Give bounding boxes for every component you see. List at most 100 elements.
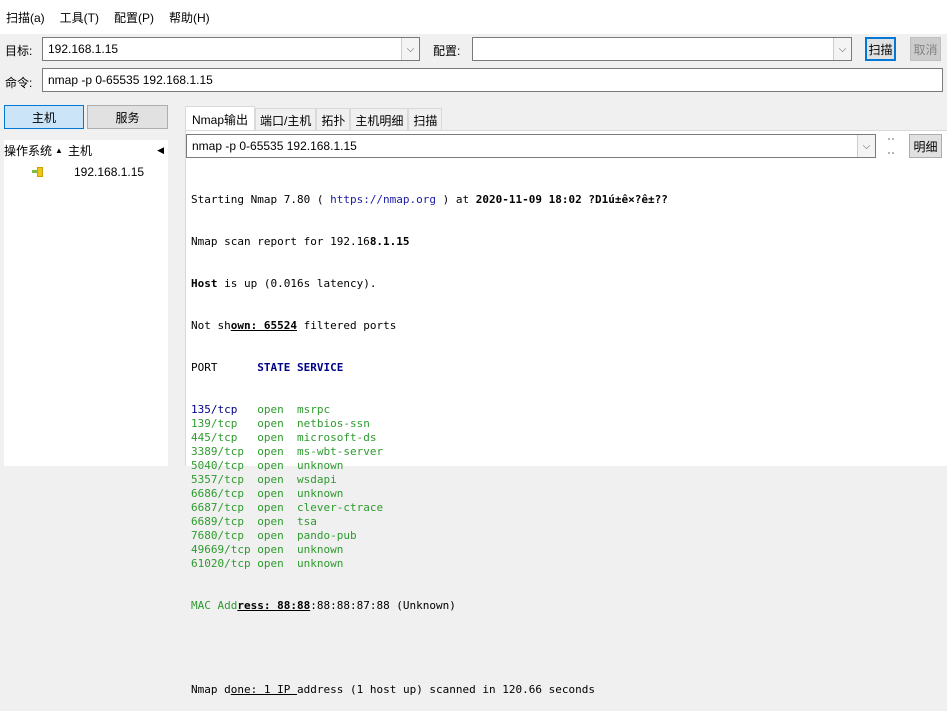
- menu-profile[interactable]: 配置(P): [114, 9, 154, 26]
- output-line: Nmap scan report for 192.168.1.15: [191, 235, 668, 249]
- output-text: Not sh: [191, 319, 231, 332]
- port-service: ms-wbt-server: [296, 445, 384, 458]
- output-line: Host is up (0.016s latency).: [191, 277, 668, 291]
- tab-ports-hosts[interactable]: 端口/主机: [255, 108, 317, 132]
- port-service: msrpc: [296, 403, 331, 416]
- port-row: 135/tcp open msrpc: [191, 403, 668, 417]
- port-service: unknown: [296, 487, 344, 500]
- done-line: Nmap done: 1 IP address (1 host up) scan…: [191, 683, 668, 697]
- menu-help[interactable]: 帮助(H): [169, 9, 210, 26]
- port-number: 6686/tcp: [191, 487, 251, 500]
- port-service: clever-ctrace: [296, 501, 384, 514]
- host-list-header: 操作系统 ▲ 主机 ◀: [4, 140, 168, 160]
- port-row: 445/tcp open microsoft-ds: [191, 431, 668, 445]
- port-row: 5040/tcp open unknown: [191, 459, 668, 473]
- port-service: unknown: [296, 557, 344, 570]
- details-button[interactable]: 明细: [909, 134, 942, 158]
- mac-line: MAC Address: 88:88:88:88:87:88 (Unknown): [191, 599, 668, 613]
- output-text: ress: 88:88: [237, 599, 311, 612]
- output-text: address (1 host up) scanned in 120.66 se…: [296, 683, 595, 696]
- port-state: open: [250, 501, 297, 514]
- port-row: 3389/tcp open ms-wbt-server: [191, 445, 668, 459]
- port-state: open: [250, 431, 297, 444]
- port-state: open: [250, 515, 297, 528]
- tab-host-details[interactable]: 主机明细: [350, 108, 409, 132]
- port-state: open: [250, 487, 297, 500]
- scan-button[interactable]: 扫描: [865, 37, 896, 61]
- chevron-down-icon[interactable]: ⌵: [857, 135, 875, 157]
- target-label: 目标:: [5, 44, 33, 58]
- port-row: 49669/tcp open unknown: [191, 543, 668, 557]
- column-os[interactable]: 操作系统: [4, 142, 52, 159]
- output-text: own: 65524: [230, 319, 297, 332]
- port-service: microsoft-ds: [296, 431, 377, 444]
- port-number: 49669/tcp: [191, 543, 251, 556]
- target-combobox[interactable]: 192.168.1.15 ⌵: [42, 37, 420, 61]
- command-label: 命令:: [5, 76, 33, 90]
- output-text: Starting Nmap 7.80 (: [191, 193, 331, 206]
- output-text: 8.1.15: [369, 235, 410, 248]
- port-row: 5357/tcp open wsdapi: [191, 473, 668, 487]
- output-command-value[interactable]: nmap -p 0-65535 192.168.1.15: [187, 139, 857, 153]
- port-table-header: PORT STATE SERVICE: [191, 361, 668, 375]
- target-value[interactable]: 192.168.1.15: [43, 42, 401, 56]
- port-service: pando-pub: [296, 529, 357, 542]
- output-line: Starting Nmap 7.80 ( https://nmap.org ) …: [191, 193, 668, 207]
- port-row: 6686/tcp open unknown: [191, 487, 668, 501]
- chevron-down-icon[interactable]: ⌵: [401, 38, 419, 60]
- port-service: wsdapi: [296, 473, 337, 486]
- port-state: open: [250, 473, 297, 486]
- port-state: open: [250, 543, 297, 556]
- tab-nmap-output[interactable]: Nmap输出: [185, 106, 256, 132]
- column-host[interactable]: 主机: [68, 142, 92, 159]
- port-state: open: [250, 403, 297, 416]
- tab-topology[interactable]: 拓扑: [316, 108, 351, 132]
- services-toggle-button[interactable]: 服务: [87, 105, 168, 129]
- output-tabs: Nmap输出 端口/主机 拓扑 主机明细 扫描: [185, 106, 443, 132]
- port-service: tsa: [296, 515, 317, 528]
- host-ip[interactable]: 192.168.1.15: [74, 165, 144, 179]
- os-unknown-icon: [32, 167, 44, 177]
- port-number: 3389/tcp: [191, 445, 251, 458]
- output-text: PORT: [191, 361, 258, 374]
- nmap-link[interactable]: https://nmap.org: [330, 193, 436, 206]
- port-number: 135/tcp: [191, 403, 251, 416]
- menu-scan[interactable]: 扫描(a): [6, 9, 45, 26]
- menu-bar: 扫描(a) 工具(T) 配置(P) 帮助(H): [0, 0, 947, 34]
- port-number: 139/tcp: [191, 417, 251, 430]
- menu-tools[interactable]: 工具(T): [60, 9, 99, 26]
- port-state: open: [250, 529, 297, 542]
- port-service: unknown: [296, 543, 344, 556]
- profile-label: 配置:: [433, 44, 461, 58]
- sort-asc-icon[interactable]: ▲: [55, 146, 63, 155]
- port-state: open: [250, 557, 297, 570]
- command-input[interactable]: nmap -p 0-65535 192.168.1.15: [42, 68, 943, 92]
- output-text: :88:88:87:88 (Unknown): [310, 599, 456, 612]
- grip-icon[interactable]: [888, 138, 894, 154]
- output-text: Host: [191, 277, 218, 290]
- port-rows: 135/tcp open msrpc 139/tcp open netbios-s…: [191, 403, 668, 571]
- profile-combobox[interactable]: ⌵: [472, 37, 852, 61]
- port-state: open: [250, 445, 297, 458]
- output-text: filtered ports: [296, 319, 397, 332]
- output-command-select[interactable]: nmap -p 0-65535 192.168.1.15 ⌵: [186, 134, 876, 158]
- output-text: MAC Add: [191, 599, 238, 612]
- port-number: 6689/tcp: [191, 515, 251, 528]
- cancel-button[interactable]: 取消: [910, 37, 941, 61]
- host-row[interactable]: 192.168.1.15: [4, 162, 168, 182]
- port-number: 5357/tcp: [191, 473, 251, 486]
- port-state: open: [250, 417, 297, 430]
- port-row: 7680/tcp open pando-pub: [191, 529, 668, 543]
- chevron-down-icon[interactable]: ⌵: [833, 38, 851, 60]
- output-text: ) at: [436, 193, 476, 206]
- chevron-left-icon[interactable]: ◀: [157, 145, 164, 156]
- command-value[interactable]: nmap -p 0-65535 192.168.1.15: [43, 73, 942, 87]
- port-service: netbios-ssn: [296, 417, 370, 430]
- hosts-toggle-button[interactable]: 主机: [4, 105, 84, 129]
- output-text: Nmap scan report for 192.16: [191, 235, 370, 248]
- nmap-output-text: Starting Nmap 7.80 ( https://nmap.org ) …: [191, 165, 668, 711]
- port-row: 6687/tcp open clever-ctrace: [191, 501, 668, 515]
- output-text: one: 1 IP: [230, 683, 297, 696]
- tab-scans[interactable]: 扫描: [408, 108, 443, 132]
